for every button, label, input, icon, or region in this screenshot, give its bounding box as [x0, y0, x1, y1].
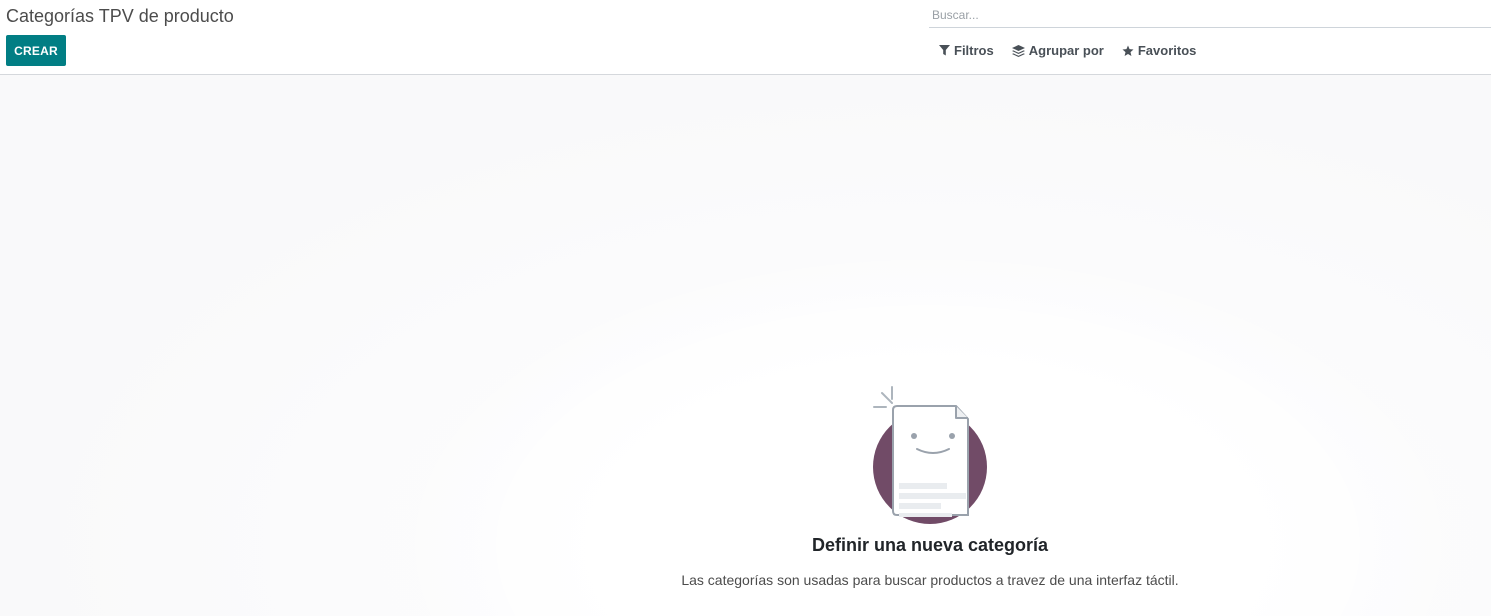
search-input[interactable] [929, 3, 1491, 27]
filter-icon [939, 45, 950, 56]
empty-state-title: Definir una nueva categoría [811, 535, 1049, 555]
search-options: Filtros Agrupar por Favoritos [939, 43, 1196, 58]
create-button[interactable]: CREAR [6, 35, 66, 66]
page-title: Categorías TPV de producto [6, 6, 234, 26]
filters-button[interactable]: Filtros [939, 43, 994, 58]
layers-icon [1011, 44, 1025, 57]
control-panel: Categorías TPV de producto CREAR Filtros… [0, 0, 1491, 75]
favorites-button[interactable]: Favoritos [1122, 43, 1197, 58]
search-box [929, 3, 1491, 28]
group-by-button[interactable]: Agrupar por [1011, 43, 1104, 58]
star-icon [1122, 45, 1134, 57]
empty-state-description: Las categorías son usadas para buscar pr… [681, 572, 1179, 588]
filters-label: Filtros [954, 43, 994, 58]
group-by-label: Agrupar por [1028, 43, 1104, 58]
content-area: Definir una nueva categoría Las categorí… [0, 75, 1491, 616]
smiling-document-illustration [873, 386, 987, 524]
favorites-label: Favoritos [1137, 43, 1197, 58]
